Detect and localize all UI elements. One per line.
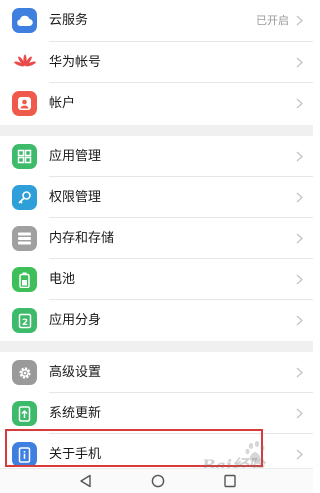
chevron-right-icon — [296, 15, 303, 26]
settings-item-label: 系统更新 — [49, 406, 102, 421]
settings-item-label: 内存和存储 — [49, 231, 115, 246]
settings-item-app-twin[interactable]: 2 应用分身 — [0, 300, 313, 341]
settings-item-battery[interactable]: 电池 — [0, 259, 313, 300]
chevron-right-icon — [296, 233, 303, 244]
settings-item-label: 华为帐号 — [49, 55, 102, 70]
huawei-logo-icon — [12, 50, 37, 75]
system-update-icon — [12, 401, 37, 426]
recents-icon[interactable] — [222, 474, 238, 488]
navigation-bar — [0, 468, 313, 493]
back-icon[interactable] — [78, 474, 94, 488]
home-icon[interactable] — [150, 474, 166, 488]
settings-item-label: 云服务 — [49, 13, 89, 28]
settings-item-account[interactable]: 帐户 — [0, 83, 313, 125]
chevron-right-icon — [296, 274, 303, 285]
account-icon — [12, 91, 37, 116]
chevron-right-icon — [296, 408, 303, 419]
settings-item-advanced-settings[interactable]: 高级设置 — [0, 352, 313, 393]
group-separator — [0, 125, 313, 136]
chevron-right-icon — [296, 151, 303, 162]
chevron-right-icon — [296, 192, 303, 203]
about-phone-icon — [12, 442, 37, 467]
svg-text:2: 2 — [21, 318, 27, 328]
cloud-status-value: 已开启 — [256, 14, 289, 27]
settings-item-system-update[interactable]: 系统更新 — [0, 393, 313, 434]
settings-item-label: 电池 — [49, 272, 76, 287]
settings-item-label: 应用管理 — [49, 149, 102, 164]
group-separator — [0, 341, 313, 352]
settings-item-label: 高级设置 — [49, 365, 102, 380]
cloud-icon — [12, 8, 37, 33]
chevron-right-icon — [296, 98, 303, 109]
gear-icon — [12, 360, 37, 385]
settings-item-app-management[interactable]: 应用管理 — [0, 136, 313, 177]
app-twin-icon: 2 — [12, 308, 37, 333]
chevron-right-icon — [296, 367, 303, 378]
chevron-right-icon — [296, 57, 303, 68]
chevron-right-icon — [296, 315, 303, 326]
settings-screen: 云服务 已开启 华为帐号 帐户 应用管理 权限管理 内存和存储 电池 2 应用分… — [0, 0, 313, 493]
settings-item-label: 权限管理 — [49, 190, 102, 205]
apps-grid-icon — [12, 144, 37, 169]
settings-item-cloud-service[interactable]: 云服务 已开启 — [0, 0, 313, 42]
settings-group-device: 应用管理 权限管理 内存和存储 电池 2 应用分身 — [0, 136, 313, 341]
settings-group-system: 高级设置 系统更新 关于手机 — [0, 352, 313, 475]
battery-icon — [12, 267, 37, 292]
settings-item-huawei-account[interactable]: 华为帐号 — [0, 42, 313, 83]
chevron-right-icon — [296, 449, 303, 460]
storage-icon — [12, 226, 37, 251]
settings-item-permission-management[interactable]: 权限管理 — [0, 177, 313, 218]
settings-item-memory-storage[interactable]: 内存和存储 — [0, 218, 313, 259]
settings-group-account: 云服务 已开启 华为帐号 帐户 — [0, 0, 313, 125]
settings-item-label: 帐户 — [49, 96, 76, 111]
settings-item-label: 应用分身 — [49, 313, 102, 328]
key-icon — [12, 185, 37, 210]
